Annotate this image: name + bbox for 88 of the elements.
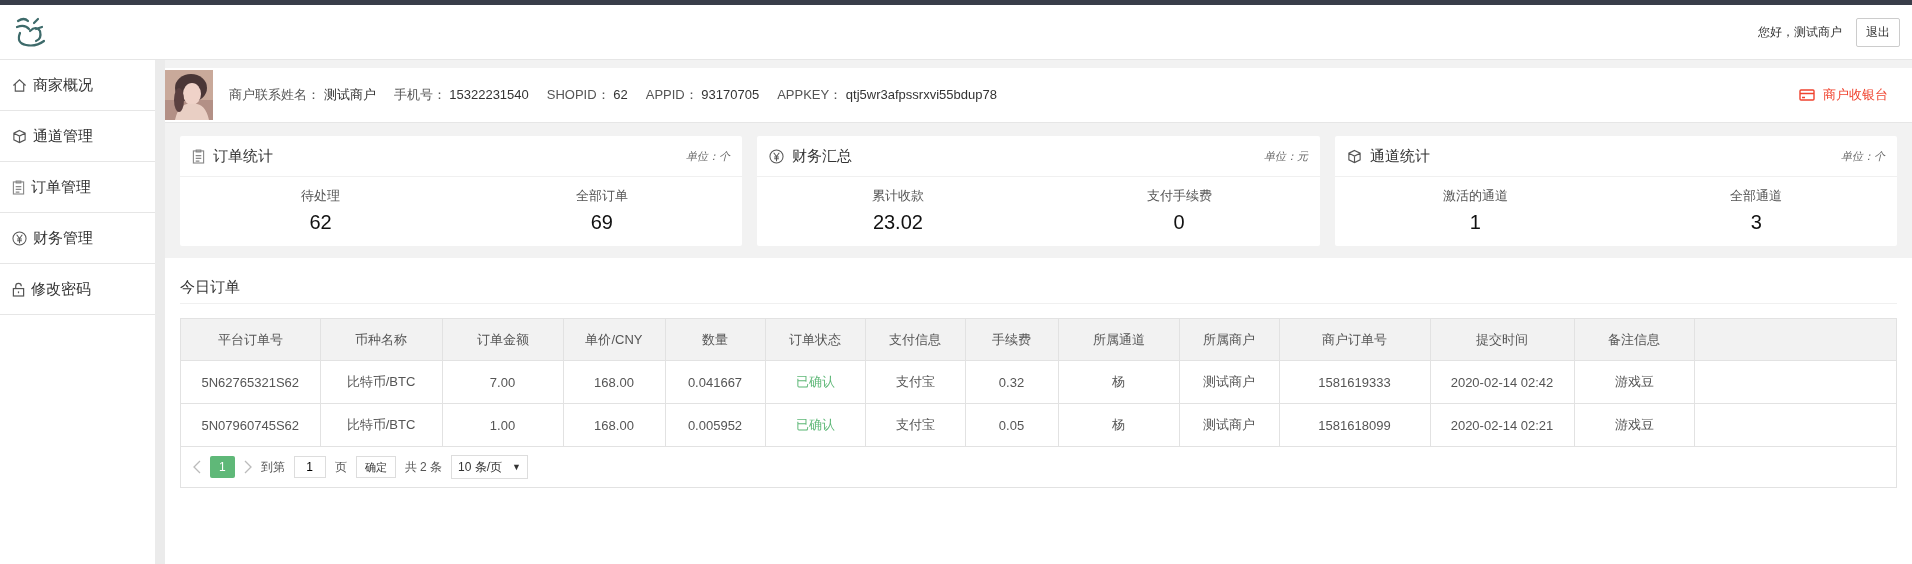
table-cell: 杨 [1058, 403, 1179, 446]
column-header: 商户订单号 [1279, 319, 1430, 361]
column-header: 订单状态 [765, 319, 865, 361]
table-cell: 5N62765321S62 [181, 360, 320, 404]
status-cell: 已确认 [765, 360, 865, 404]
clipboard-icon [192, 148, 205, 164]
cashier-link[interactable]: 商户收银台 [1799, 86, 1888, 104]
column-header: 所属通道 [1058, 319, 1179, 361]
clipboard-icon [12, 179, 25, 195]
cube-icon [1346, 148, 1362, 164]
yen-icon [12, 230, 27, 246]
status-cell: 已确认 [765, 403, 865, 446]
table-cell: 支付宝 [865, 360, 965, 404]
table-cell: 杨 [1058, 360, 1179, 404]
unit-label: 单位：个 [1841, 148, 1885, 164]
stat-label: 激活的通道 [1442, 187, 1508, 205]
column-header: 订单金额 [442, 319, 563, 361]
merchant-field: 商户联系姓名： 测试商户 [229, 86, 376, 104]
logout-button[interactable]: 退出 [1856, 17, 1900, 47]
column-header: 单价/CNY [563, 319, 665, 361]
column-header: 支付信息 [865, 319, 965, 361]
stat-label: 全部订单 [575, 187, 628, 205]
table-cell: 比特币/BTC [320, 360, 442, 404]
table-cell: 0.32 [965, 360, 1058, 404]
column-header: 提交时间 [1430, 319, 1574, 361]
table-cell: 0.05 [965, 403, 1058, 446]
column-header: 备注信息 [1574, 319, 1694, 361]
column-header: 所属商户 [1179, 319, 1279, 361]
column-header: 平台订单号 [181, 319, 320, 361]
card-title: 财务汇总 [792, 146, 853, 166]
table-cell: 0.005952 [665, 403, 765, 446]
table-cell: 7.00 [442, 360, 563, 404]
table-cell: 比特币/BTC [320, 403, 442, 446]
column-header: 手续费 [965, 319, 1058, 361]
greeting-text: 您好，测试商户 [1758, 23, 1842, 41]
column-header: 币种名称 [320, 319, 442, 361]
stat-label: 累计收款 [871, 187, 924, 205]
merchant-field: APPKEY： qtj5wr3afpssrxvi55bdup78 [777, 86, 997, 104]
cube-icon [12, 128, 27, 144]
stat-value: 3 [1750, 211, 1762, 234]
merchant-field: SHOPID： 62 [546, 86, 628, 104]
merchant-field: 手机号： 15322231540 [393, 86, 529, 104]
card-icon [1799, 89, 1815, 101]
stat-label: 支付手续费 [1146, 187, 1212, 205]
table-cell: 5N07960745S62 [181, 403, 320, 446]
table-cell: 测试商户 [1179, 403, 1279, 446]
table-cell: 1.00 [442, 403, 563, 446]
table-cell: 游戏豆 [1574, 360, 1694, 404]
stat-value: 69 [590, 211, 613, 234]
table-cell: 测试商户 [1179, 360, 1279, 404]
unit-label: 单位：元 [1263, 148, 1308, 164]
stat-value: 62 [309, 211, 332, 234]
sidebar-item[interactable]: 财务管理 [0, 213, 155, 264]
section-title: 今日订单 [180, 258, 1897, 304]
table-cell: 1581619333 [1279, 360, 1430, 404]
page-unit-label: 页 [334, 458, 347, 476]
unit-label: 单位：个 [686, 148, 731, 164]
table-cell: 168.00 [563, 360, 665, 404]
stat-value: 0 [1173, 211, 1185, 234]
stat-label: 全部通道 [1730, 187, 1783, 205]
page-size-select[interactable]: 10 条/页 ▼ [451, 455, 528, 479]
table-cell: 游戏豆 [1574, 403, 1694, 446]
home-icon [12, 77, 27, 93]
confirm-button[interactable]: 确定 [355, 456, 396, 478]
table-cell: 168.00 [563, 403, 665, 446]
merchant-field: APPID： 93170705 [645, 86, 760, 104]
stat-value: 1 [1469, 211, 1481, 234]
goto-label: 到第 [260, 458, 285, 476]
table-cell: 1581618099 [1279, 403, 1430, 446]
sidebar-item[interactable]: 商家概况 [0, 60, 155, 111]
sidebar-item[interactable]: 订单管理 [0, 162, 155, 213]
lock-icon [12, 281, 25, 297]
yen-icon [769, 148, 785, 164]
column-header: 数量 [665, 319, 765, 361]
table-cell: 0.041667 [665, 360, 765, 404]
sidebar-item[interactable]: 通道管理 [0, 111, 155, 162]
table-cell: 支付宝 [865, 403, 965, 446]
stat-value: 23.02 [872, 211, 923, 234]
card-title: 通道统计 [1369, 146, 1430, 166]
table-cell: 2020-02-14 02:42 [1430, 360, 1574, 404]
total-label: 共 2 条 [404, 458, 443, 476]
sidebar-item[interactable]: 修改密码 [0, 264, 155, 315]
next-page-icon[interactable] [243, 460, 252, 474]
page-input[interactable]: 1 [293, 456, 326, 478]
table-cell: 2020-02-14 02:21 [1430, 403, 1574, 446]
stat-label: 待处理 [301, 187, 341, 205]
card-title: 订单统计 [213, 146, 273, 166]
prev-page-icon[interactable] [193, 460, 201, 474]
